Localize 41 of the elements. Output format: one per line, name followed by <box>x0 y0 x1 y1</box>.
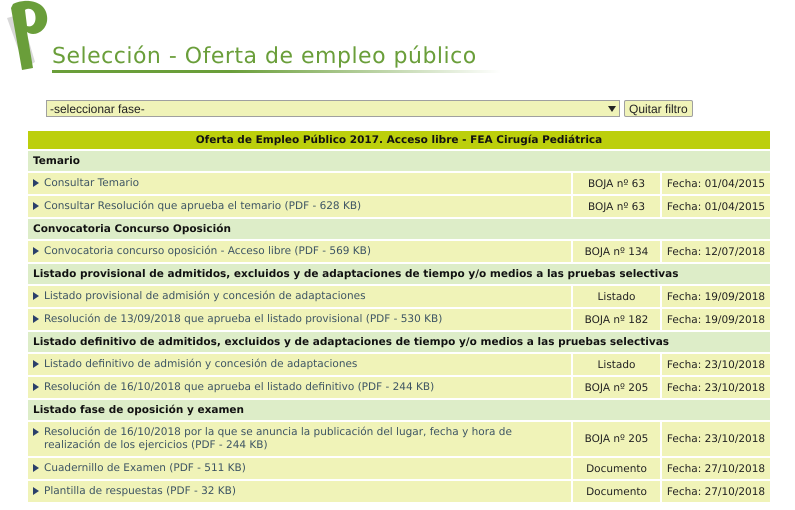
bullet-icon <box>33 360 39 368</box>
bullet-icon <box>33 487 39 495</box>
section-heading: Convocatoria Concurso Oposición <box>28 219 770 239</box>
table-title: Oferta de Empleo Público 2017. Acceso libre - FEA Cirugía Pediátrica <box>28 131 770 149</box>
bullet-icon <box>33 247 39 255</box>
section-heading: Listado provisional de admitidos, excluidos y de adaptaciones de tiempo y/o medios a las pruebas selectivas <box>28 264 770 284</box>
date-cell: Fecha: 12/07/2018 <box>662 241 770 262</box>
date-cell: Fecha: 19/09/2018 <box>662 309 770 330</box>
section-heading: Listado fase de oposición y examen <box>28 400 770 420</box>
source-cell: Documento <box>573 458 660 479</box>
date-cell: Fecha: 01/04/2015 <box>662 196 770 217</box>
bullet-icon <box>33 428 39 436</box>
section-heading: Listado definitivo de admitidos, excluidos y de adaptaciones de tiempo y/o medios a las pruebas selectivas <box>28 332 770 352</box>
date-cell: Fecha: 19/09/2018 <box>662 286 770 307</box>
source-cell: Listado <box>573 354 660 375</box>
document-link[interactable]: Consultar Temario <box>44 177 140 190</box>
source-cell: BOJA nº 182 <box>573 309 660 330</box>
page-title: Selección - Oferta de empleo público <box>52 44 478 70</box>
date-cell: Fecha: 01/04/2015 <box>662 173 770 194</box>
source-cell: Documento <box>573 481 660 502</box>
date-cell: Fecha: 23/10/2018 <box>662 422 770 456</box>
bullet-icon <box>33 383 39 391</box>
date-cell: Fecha: 27/10/2018 <box>662 481 770 502</box>
bullet-icon <box>33 292 39 300</box>
bullet-icon <box>33 464 39 472</box>
source-cell: BOJA nº 63 <box>573 173 660 194</box>
section-heading: Temario <box>28 151 770 171</box>
date-cell: Fecha: 27/10/2018 <box>662 458 770 479</box>
bullet-icon <box>33 179 39 187</box>
clear-filter-button[interactable]: Quitar filtro <box>624 100 693 117</box>
bullet-icon <box>33 202 39 210</box>
source-cell: BOJA nº 205 <box>573 377 660 398</box>
phase-select[interactable]: -seleccionar fase- <box>46 100 620 117</box>
date-cell: Fecha: 23/10/2018 <box>662 377 770 398</box>
source-cell: BOJA nº 205 <box>573 422 660 456</box>
source-cell: BOJA nº 134 <box>573 241 660 262</box>
bullet-icon <box>33 315 39 323</box>
dropdown-arrow-icon <box>608 104 616 112</box>
date-cell: Fecha: 23/10/2018 <box>662 354 770 375</box>
source-cell: BOJA nº 63 <box>573 196 660 217</box>
source-cell: Listado <box>573 286 660 307</box>
